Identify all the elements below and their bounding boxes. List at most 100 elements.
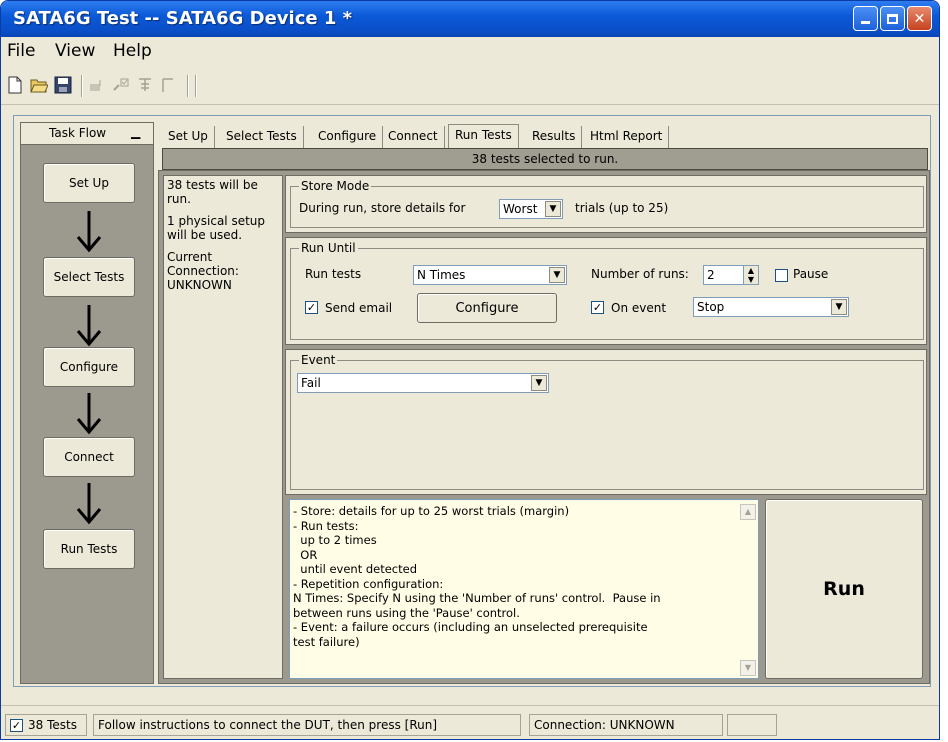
description-scrollbar[interactable]: ▲ ▼	[740, 504, 756, 676]
on-event-label: On event	[611, 301, 667, 315]
minimize-icon	[861, 21, 870, 24]
description-line: OR	[293, 547, 318, 562]
status-connection: Connection: UNKNOWN	[529, 714, 723, 736]
run-button[interactable]: Run	[765, 499, 923, 679]
client-area: Task Flow ▁ Set Up Select Tests Configur…	[13, 115, 931, 687]
menu-file[interactable]: File	[7, 41, 35, 61]
save-icon[interactable]	[53, 75, 73, 95]
menu-help[interactable]: Help	[113, 41, 152, 61]
number-of-runs-value: 2	[707, 268, 715, 282]
open-icon[interactable]	[29, 75, 49, 95]
chevron-down-icon[interactable]: ▼	[545, 201, 561, 217]
run-tests-panel: 38 tests will be run. 1 physical setup w…	[158, 170, 930, 684]
taskflow-select-tests-button[interactable]: Select Tests	[43, 257, 135, 297]
down-arrow-icon	[76, 483, 102, 525]
on-event-checkbox[interactable]: ✓	[591, 301, 604, 314]
run-description: - Store: details for up to 25 worst tria…	[289, 499, 759, 679]
task-flow-panel: Task Flow ▁ Set Up Select Tests Configur…	[20, 122, 154, 684]
taskflow-configure-button[interactable]: Configure	[43, 347, 135, 387]
toolbar-separator	[81, 75, 83, 97]
event-select[interactable]: Fail ▼	[297, 373, 549, 393]
task-flow-minimize-button[interactable]: ▁	[131, 125, 147, 141]
status-message: Follow instructions to connect the DUT, …	[93, 714, 521, 736]
bar-icon[interactable]	[159, 75, 179, 95]
description-line: - Event: a failure occurs (including an …	[293, 620, 648, 634]
tab-results[interactable]: Results	[526, 126, 583, 148]
store-mode-value: Worst	[503, 202, 538, 216]
store-mode-legend: Store Mode	[299, 179, 372, 193]
maximize-icon	[887, 13, 898, 24]
store-mode-label: During run, store details for	[299, 201, 466, 215]
configure-email-button[interactable]: Configure	[417, 293, 557, 323]
run-until-legend: Run Until	[299, 241, 358, 255]
run-tests-value: N Times	[417, 268, 466, 282]
toolbar-separator	[195, 75, 197, 97]
chevron-down-icon[interactable]: ▼	[531, 375, 547, 391]
tests-checkbox[interactable]: ✓	[10, 719, 23, 732]
pause-label: Pause	[793, 267, 829, 281]
tab-setup[interactable]: Set Up	[162, 126, 215, 148]
close-icon: ✕	[913, 10, 926, 27]
tab-connect[interactable]: Connect	[382, 126, 445, 148]
down-arrow-icon	[76, 393, 102, 435]
stop-icon[interactable]	[135, 75, 155, 95]
description-line: - Repetition configuration:	[293, 576, 444, 591]
event-legend: Event	[299, 353, 338, 367]
tab-configure[interactable]: Configure	[312, 126, 384, 148]
info-connection-value: UNKNOWN	[167, 278, 232, 292]
taskflow-run-tests-button[interactable]: Run Tests	[43, 529, 135, 569]
menu-bar: File View Help	[1, 37, 939, 65]
maximize-button[interactable]	[880, 6, 905, 31]
chevron-down-icon[interactable]: ▼	[549, 267, 565, 283]
close-button[interactable]: ✕	[907, 6, 932, 31]
toolbar	[1, 65, 939, 105]
number-of-runs-stepper[interactable]: ▲ ▼	[743, 265, 759, 285]
tab-run-tests[interactable]: Run Tests	[448, 124, 519, 149]
taskflow-setup-button[interactable]: Set Up	[43, 163, 135, 203]
event-container: Event Fail ▼	[285, 349, 927, 495]
status-tests-cell[interactable]: ✓ 38 Tests	[5, 714, 87, 736]
pause-checkbox[interactable]	[775, 269, 788, 282]
minimize-button[interactable]	[853, 6, 878, 31]
task-flow-header: Task Flow ▁	[21, 123, 153, 145]
taskflow-connect-button[interactable]: Connect	[43, 437, 135, 477]
info-connection-label-2: Connection:	[167, 264, 239, 278]
store-mode-select[interactable]: Worst ▼	[499, 199, 563, 219]
status-tests-count: 38 Tests	[28, 718, 77, 732]
step-icon[interactable]	[87, 75, 107, 95]
run-tests-select[interactable]: N Times ▼	[413, 265, 567, 285]
scroll-down-icon[interactable]: ▼	[740, 660, 756, 676]
description-line: N Times: Specify N using the 'Number of …	[293, 591, 661, 605]
run-selected-icon[interactable]	[111, 75, 131, 95]
menu-view[interactable]: View	[55, 41, 95, 61]
event-group: Event Fail ▼	[290, 353, 924, 490]
run-until-group: Run Until Run tests N Times ▼ Number of …	[290, 241, 924, 340]
send-email-checkbox[interactable]: ✓	[305, 301, 318, 314]
on-event-select[interactable]: Stop ▼	[693, 297, 849, 317]
number-of-runs-input[interactable]: 2	[703, 265, 743, 285]
task-flow-title: Task Flow	[49, 126, 107, 140]
scroll-up-icon[interactable]: ▲	[740, 504, 756, 520]
send-email-label: Send email	[325, 301, 393, 315]
down-arrow-icon	[76, 305, 102, 347]
event-value: Fail	[301, 376, 321, 390]
window-title: SATA6G Test -- SATA6G Device 1 *	[13, 8, 353, 29]
description-line: up to 2 times	[293, 533, 377, 547]
store-mode-suffix: trials (up to 25)	[575, 201, 669, 215]
run-until-container: Run Until Run tests N Times ▼ Number of …	[285, 237, 927, 345]
store-mode-group: Store Mode During run, store details for…	[290, 179, 924, 228]
tab-select-tests[interactable]: Select Tests	[220, 126, 304, 148]
number-of-runs-label: Number of runs:	[591, 267, 689, 281]
status-extra-cell	[727, 714, 777, 736]
chevron-down-icon[interactable]: ▼	[831, 299, 847, 315]
new-icon[interactable]	[5, 75, 25, 95]
description-line: test failure)	[293, 634, 360, 649]
selection-status: 38 tests selected to run.	[162, 148, 928, 170]
info-tests-count: 38 tests will be run.	[167, 178, 258, 206]
info-connection-label: Current	[167, 250, 213, 264]
title-bar[interactable]: SATA6G Test -- SATA6G Device 1 * ✕	[1, 1, 939, 37]
tab-html-report[interactable]: Html Report	[584, 126, 670, 148]
store-mode-container: Store Mode During run, store details for…	[285, 175, 927, 233]
app-window: SATA6G Test -- SATA6G Device 1 * ✕ File …	[0, 0, 940, 740]
info-physical-setup: 1 physical setup will be used.	[167, 214, 266, 242]
